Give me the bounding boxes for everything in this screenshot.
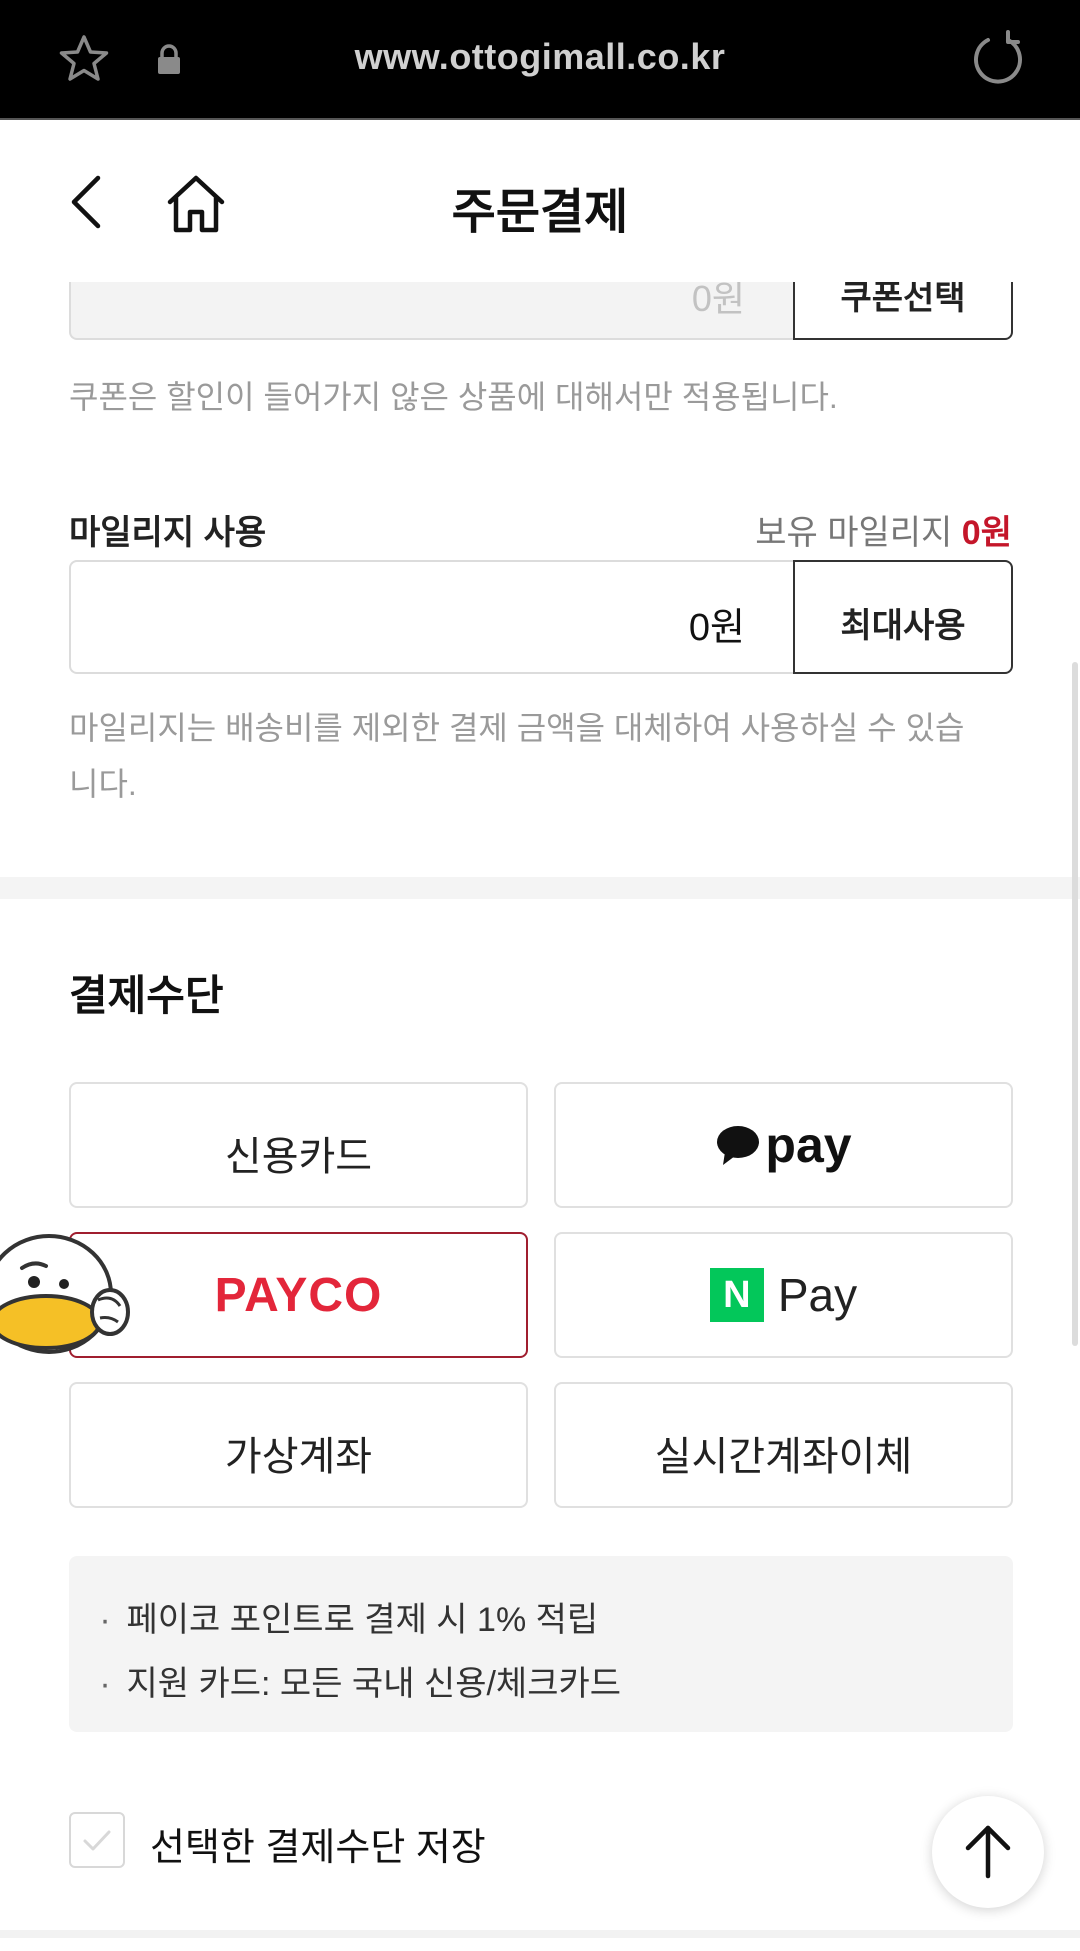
pay-method-label: 가상계좌: [224, 1435, 373, 1479]
save-payment-label[interactable]: 선택한 결제수단 저장: [150, 1816, 486, 1871]
mascot-character-icon: [0, 1234, 130, 1354]
kakaopay-logo: pay: [556, 1116, 1011, 1174]
page-header: 주문결제: [0, 122, 1080, 282]
coupon-note: 쿠폰은 할인이 들어가지 않은 상품에 대해서만 적용됩니다.: [69, 379, 838, 415]
pay-method-naverpay[interactable]: N Pay: [554, 1232, 1013, 1358]
pay-method-realtime-transfer[interactable]: 실시간계좌이체: [554, 1382, 1013, 1508]
info-text: 페이코 포인트로 결제 시 1% 적립: [126, 1601, 599, 1639]
max-mileage-label: 최대사용: [840, 607, 966, 645]
owned-mileage: 보유 마일리지 0원: [755, 505, 1012, 554]
payco-logo: PAYCO: [214, 1269, 383, 1322]
owned-mileage-amount: 0원: [961, 514, 1012, 552]
kakaopay-word: pay: [765, 1117, 852, 1173]
mileage-label: 마일리지 사용: [69, 514, 267, 552]
mileage-note: 마일리지는 배송비를 제외한 결제 금액을 대체하여 사용하실 수 있습니다.: [69, 710, 965, 802]
info-line: · 페이코 포인트로 결제 시 1% 적립: [99, 1601, 599, 1639]
pay-method-credit-card[interactable]: 신용카드: [69, 1082, 528, 1208]
owned-mileage-label: 보유 마일리지: [755, 514, 953, 552]
pay-method-kakaopay[interactable]: pay: [554, 1082, 1013, 1208]
section-divider: [0, 1930, 1080, 1938]
speech-bubble-icon: [717, 1126, 760, 1165]
pay-method-label: 신용카드: [224, 1135, 373, 1179]
naverpay-logo: N Pay: [556, 1268, 1011, 1322]
pay-method-virtual-account[interactable]: 가상계좌: [69, 1382, 528, 1508]
arrow-up-icon: [965, 1825, 1011, 1879]
pay-method-payco[interactable]: PAYCO: [69, 1232, 528, 1358]
scrollbar[interactable]: [1072, 662, 1078, 1346]
page-title: 주문결제: [451, 186, 629, 239]
pay-method-label: 실시간계좌이체: [654, 1435, 913, 1479]
info-text: 지원 카드: 모든 국내 신용/체크카드: [126, 1665, 622, 1703]
save-payment-checkbox[interactable]: [69, 1812, 125, 1868]
payment-info-box: · 페이코 포인트로 결제 시 1% 적립 · 지원 카드: 모든 국내 신용/…: [69, 1556, 1013, 1732]
url-bar[interactable]: www.ottogimall.co.kr: [0, 36, 1080, 78]
naverpay-word: Pay: [777, 1269, 858, 1321]
naver-n-icon: N: [709, 1268, 764, 1322]
mileage-input[interactable]: 0원: [69, 560, 795, 674]
info-line: · 지원 카드: 모든 국내 신용/체크카드: [99, 1665, 622, 1703]
max-mileage-button[interactable]: 최대사용: [793, 560, 1013, 674]
browser-toolbar: www.ottogimall.co.kr: [0, 0, 1080, 120]
checkmark-icon: [83, 1830, 111, 1851]
section-divider: [0, 877, 1080, 899]
mileage-input-value: 0원: [688, 607, 745, 649]
scroll-top-button[interactable]: [932, 1796, 1044, 1908]
reload-icon[interactable]: [968, 30, 1028, 90]
payment-section-title: 결제수단: [69, 972, 224, 1019]
